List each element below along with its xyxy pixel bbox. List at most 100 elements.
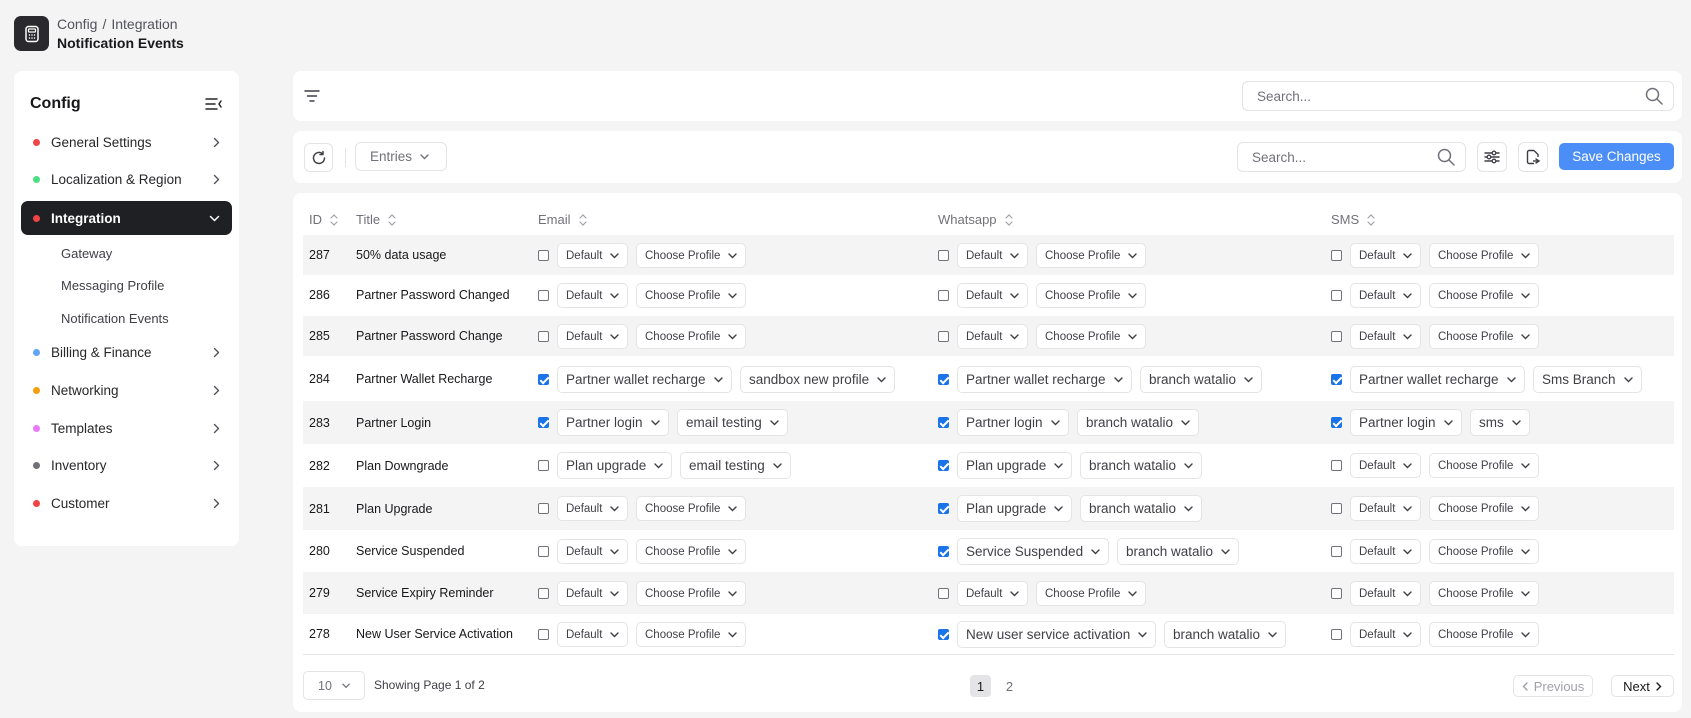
sms-enable-checkbox[interactable] [1331, 250, 1342, 261]
entries-dropdown[interactable]: Entries [355, 142, 447, 171]
sms-enable-checkbox[interactable] [1331, 374, 1342, 385]
email-enable-checkbox[interactable] [538, 417, 549, 428]
whatsapp-profile-select[interactable]: branch watalio [1164, 621, 1287, 648]
whatsapp-template-select[interactable]: Default [957, 581, 1029, 606]
email-profile-select[interactable]: sandbox new profile [740, 366, 896, 393]
whatsapp-enable-checkbox[interactable] [938, 546, 949, 557]
whatsapp-enable-checkbox[interactable] [938, 374, 949, 385]
whatsapp-enable-checkbox[interactable] [938, 331, 949, 342]
email-template-select[interactable]: Default [557, 622, 629, 647]
page-size-select[interactable]: 10 [303, 671, 365, 700]
whatsapp-enable-checkbox[interactable] [938, 417, 949, 428]
sidebar-item-inventory[interactable]: Inventory [21, 448, 232, 482]
email-enable-checkbox[interactable] [538, 546, 549, 557]
collapse-menu-icon[interactable] [205, 97, 223, 111]
sort-icon[interactable] [388, 213, 396, 227]
filter-icon[interactable] [304, 89, 320, 103]
email-template-select[interactable]: Partner wallet recharge [557, 366, 732, 393]
whatsapp-template-select[interactable]: Plan upgrade [957, 495, 1073, 522]
whatsapp-profile-select[interactable]: branch watalio [1140, 366, 1263, 393]
column-header-title[interactable]: Title [356, 212, 396, 227]
sidebar-item-localization-region[interactable]: Localization & Region [21, 162, 232, 196]
sms-profile-select[interactable]: Choose Profile [1429, 324, 1540, 349]
email-template-select[interactable]: Partner login [557, 409, 669, 436]
sms-profile-select[interactable]: Choose Profile [1429, 453, 1540, 478]
whatsapp-profile-select[interactable]: branch watalio [1080, 495, 1203, 522]
sms-profile-select[interactable]: Sms Branch [1533, 366, 1642, 393]
sort-icon[interactable] [578, 213, 587, 227]
sms-template-select[interactable]: Default [1350, 243, 1422, 268]
sms-enable-checkbox[interactable] [1331, 503, 1342, 514]
sms-profile-select[interactable]: Choose Profile [1429, 622, 1540, 647]
whatsapp-template-select[interactable]: Partner login [957, 409, 1069, 436]
sms-template-select[interactable]: Default [1350, 324, 1422, 349]
email-template-select[interactable]: Plan upgrade [557, 452, 673, 479]
sort-icon[interactable] [330, 213, 338, 227]
email-template-select[interactable]: Default [557, 324, 629, 349]
whatsapp-enable-checkbox[interactable] [938, 503, 949, 514]
refresh-button[interactable] [304, 143, 333, 172]
whatsapp-profile-select[interactable]: branch watalio [1077, 409, 1200, 436]
sms-template-select[interactable]: Partner wallet recharge [1350, 366, 1525, 393]
email-profile-select[interactable]: Choose Profile [636, 243, 747, 268]
column-header-whatsapp[interactable]: Whatsapp [938, 212, 1013, 227]
app-logo[interactable] [14, 16, 49, 51]
export-button[interactable] [1518, 142, 1548, 172]
column-header-id[interactable]: ID [309, 212, 338, 227]
column-header-sms[interactable]: SMS [1331, 212, 1375, 227]
email-template-select[interactable]: Default [557, 496, 629, 521]
table-search-input[interactable]: Search... [1237, 142, 1466, 172]
sidebar-item-billing-finance[interactable]: Billing & Finance [21, 335, 232, 369]
whatsapp-profile-select[interactable]: Choose Profile [1036, 324, 1147, 349]
column-settings-button[interactable] [1477, 142, 1507, 172]
page-button-2[interactable]: 2 [999, 675, 1020, 697]
sms-template-select[interactable]: Default [1350, 581, 1422, 606]
email-profile-select[interactable]: Choose Profile [636, 581, 747, 606]
whatsapp-template-select[interactable]: Default [957, 324, 1029, 349]
sms-enable-checkbox[interactable] [1331, 290, 1342, 301]
breadcrumb-item-config[interactable]: Config [57, 16, 97, 32]
email-profile-select[interactable]: Choose Profile [636, 539, 747, 564]
sidebar-item-integration[interactable]: Integration [21, 201, 232, 235]
email-profile-select[interactable]: Choose Profile [636, 283, 747, 308]
email-profile-select[interactable]: Choose Profile [636, 496, 747, 521]
email-template-select[interactable]: Default [557, 539, 629, 564]
whatsapp-profile-select[interactable]: branch watalio [1117, 538, 1240, 565]
email-profile-select[interactable]: Choose Profile [636, 622, 747, 647]
sms-profile-select[interactable]: Choose Profile [1429, 496, 1540, 521]
sms-template-select[interactable]: Default [1350, 622, 1422, 647]
sort-icon[interactable] [1004, 213, 1013, 227]
email-enable-checkbox[interactable] [538, 460, 549, 471]
breadcrumb-item-integration[interactable]: Integration [111, 16, 177, 32]
email-template-select[interactable]: Default [557, 243, 629, 268]
email-enable-checkbox[interactable] [538, 331, 549, 342]
sms-enable-checkbox[interactable] [1331, 331, 1342, 342]
sms-template-select[interactable]: Default [1350, 539, 1422, 564]
whatsapp-template-select[interactable]: New user service activation [957, 621, 1157, 648]
sms-enable-checkbox[interactable] [1331, 629, 1342, 640]
page-button-1[interactable]: 1 [970, 675, 991, 697]
whatsapp-enable-checkbox[interactable] [938, 629, 949, 640]
whatsapp-template-select[interactable]: Plan upgrade [957, 452, 1073, 479]
email-enable-checkbox[interactable] [538, 290, 549, 301]
sms-enable-checkbox[interactable] [1331, 417, 1342, 428]
email-template-select[interactable]: Default [557, 581, 629, 606]
email-profile-select[interactable]: email testing [680, 452, 791, 479]
next-page-button[interactable]: Next [1611, 675, 1674, 697]
email-template-select[interactable]: Default [557, 283, 629, 308]
sidebar-item-customer[interactable]: Customer [21, 486, 232, 520]
sms-profile-select[interactable]: Choose Profile [1429, 243, 1540, 268]
email-enable-checkbox[interactable] [538, 503, 549, 514]
whatsapp-enable-checkbox[interactable] [938, 250, 949, 261]
sms-enable-checkbox[interactable] [1331, 546, 1342, 557]
sms-profile-select[interactable]: Choose Profile [1429, 283, 1540, 308]
sms-template-select[interactable]: Default [1350, 496, 1422, 521]
sms-enable-checkbox[interactable] [1331, 460, 1342, 471]
sms-profile-select[interactable]: Choose Profile [1429, 539, 1540, 564]
sidebar-item-general-settings[interactable]: General Settings [21, 125, 232, 159]
whatsapp-profile-select[interactable]: Choose Profile [1036, 283, 1147, 308]
email-profile-select[interactable]: Choose Profile [636, 324, 747, 349]
sms-enable-checkbox[interactable] [1331, 588, 1342, 599]
sms-profile-select[interactable]: Choose Profile [1429, 581, 1540, 606]
save-changes-button[interactable]: Save Changes [1559, 143, 1674, 170]
